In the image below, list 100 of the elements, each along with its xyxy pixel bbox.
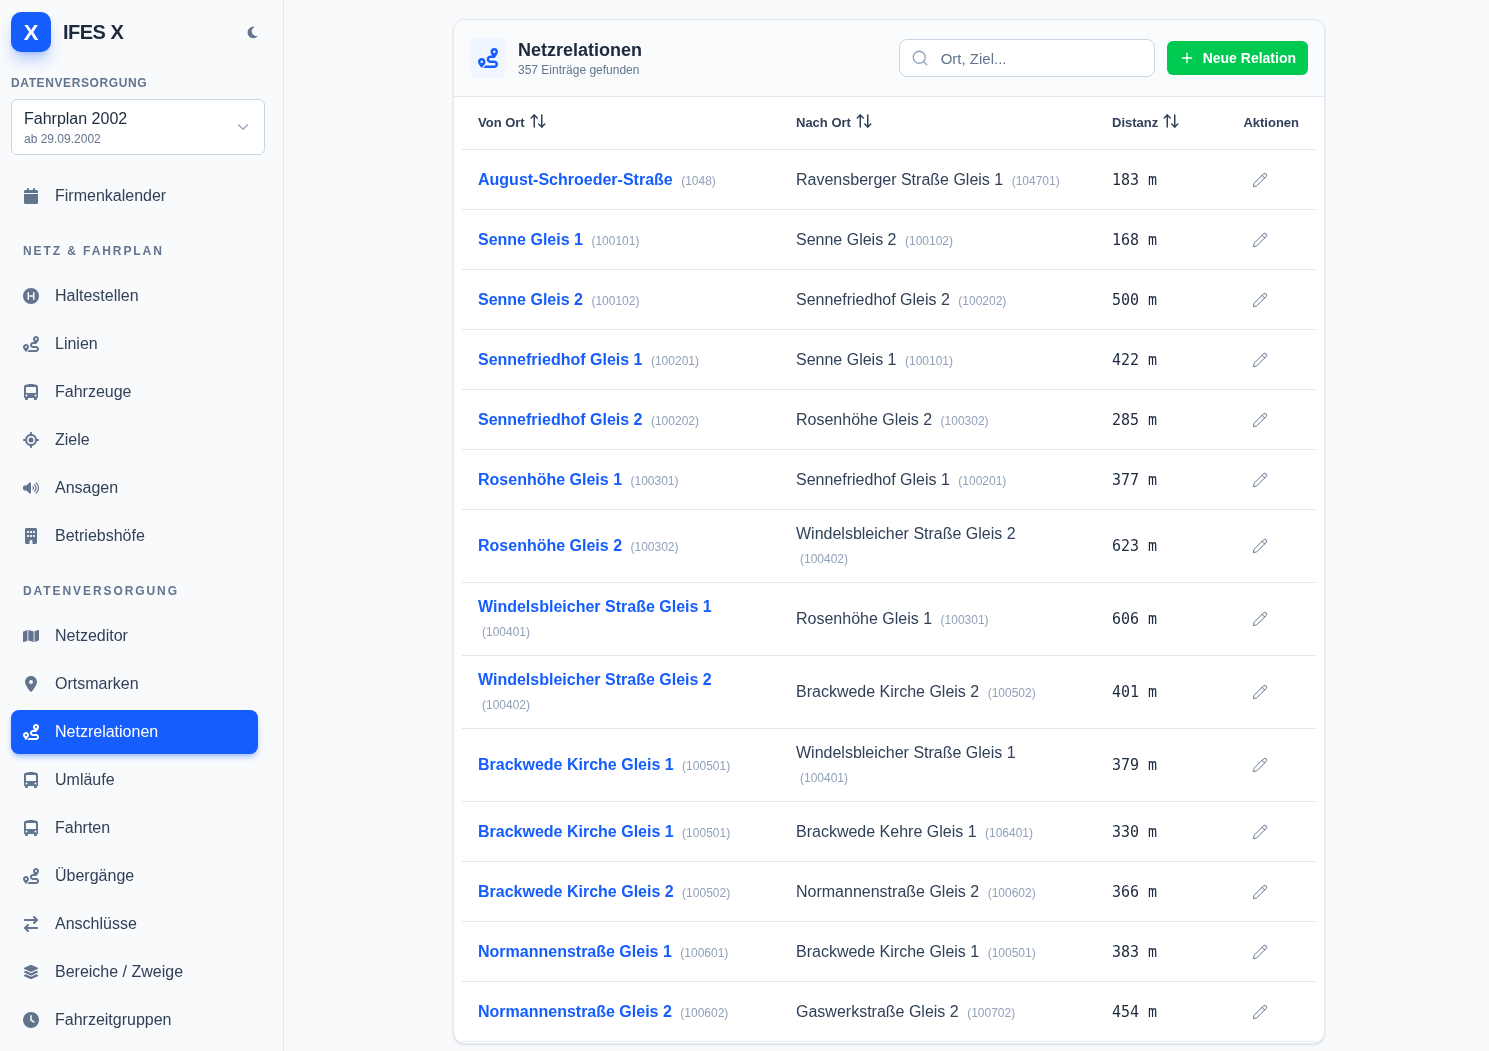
pencil-icon [1252,684,1268,700]
from-stop-link[interactable]: Windelsbleicher Straße Gleis 2 [478,671,712,688]
stop-id: (100502) [682,885,731,900]
distance-text: 500 m [1112,290,1158,309]
calendar-icon [23,188,39,204]
nav-item[interactable]: Umläufe [11,758,258,802]
nav-item[interactable]: Netzeditor [11,614,258,658]
moon-icon[interactable] [246,25,259,39]
map-icon [23,628,39,644]
stop-name: Senne Gleis 2 [796,230,897,248]
nav-item[interactable]: Ziele [11,418,258,462]
nav-item[interactable]: Übergänge [11,854,258,898]
bus-icon [23,772,39,788]
nav-item[interactable]: Netzrelationen [11,710,258,754]
from-stop-link[interactable]: Brackwede Kirche Gleis 2 [478,882,674,900]
nav-item[interactable]: Bereiche / Zweige [11,950,258,994]
pencil-icon [1252,171,1268,188]
from-stop-link[interactable]: Sennefriedhof Gleis 1 [478,350,643,368]
nav-item[interactable]: Fahrzeuge [11,370,258,414]
stop-id: (100201) [650,353,699,368]
app-title: IFES X [63,20,124,45]
from-stop-link[interactable]: Brackwede Kirche Gleis 1 [478,822,674,840]
crosshair-icon [23,432,39,448]
stop-id: (100502) [987,686,1036,700]
nav-item[interactable]: Anschlüsse [11,902,258,946]
pencil-icon [1252,291,1268,308]
section-heading: DATENVERSORGUNG [22,583,180,599]
timetable-date: ab 29.09.2002 [24,131,102,147]
pencil-icon [1252,411,1268,428]
distance-text: 285 m [1112,410,1158,429]
column-header: Distanz [1112,114,1159,133]
stop-id: (100402) [800,552,849,566]
from-stop-link[interactable]: Windelsbleicher Straße Gleis 1 [478,598,712,615]
stop-name: Sennefriedhof Gleis 1 [796,470,950,488]
nav-item[interactable]: Linien [11,322,258,366]
stop-id: (100301) [630,473,679,488]
distance-text: 330 m [1112,822,1158,841]
bus-icon [23,384,39,400]
bus-icon [23,820,39,836]
distance-text: 168 m [1112,230,1158,249]
nav-item[interactable]: Firmenkalender [11,174,258,218]
nav-item[interactable]: Ortsmarken [11,662,258,706]
stop-id: (100101) [904,353,953,368]
route-icon [23,724,39,740]
building-icon [23,528,39,544]
nav-item[interactable]: Fahrten [11,806,258,850]
from-stop-link[interactable]: Normannenstraße Gleis 1 [478,942,672,960]
from-stop-link[interactable]: Rosenhöhe Gleis 2 [478,537,623,554]
distance-text: 383 m [1112,942,1158,961]
stop-id: (100202) [650,413,699,428]
from-stop-link[interactable]: August-Schroeder-Straße [478,170,673,188]
layers-icon [23,964,39,980]
from-stop-link[interactable]: Sennefriedhof Gleis 2 [478,410,643,428]
stop-id: (100501) [682,825,731,840]
nav-item[interactable]: Fahrzeitgruppen [11,998,258,1042]
stop-id: (100501) [682,759,731,773]
page-title: Netzrelationen [518,39,643,62]
stop-id: (100301) [940,613,989,627]
stop-id: (100102) [591,293,640,308]
from-stop-link[interactable]: Senne Gleis 1 [478,230,583,248]
stop-name: Ravensberger Straße Gleis 1 [796,170,1004,188]
from-stop-link[interactable]: Senne Gleis 2 [478,290,583,308]
stop-id: (100201) [958,473,1007,488]
section-heading: DATENVERSORGUNG [11,75,149,91]
sort-icon[interactable] [528,112,547,130]
column-header: Aktionen [1243,114,1299,133]
timetable-select[interactable]: Fahrplan 2002 ab 29.09.2002 [11,99,265,155]
distance-text: 377 m [1112,470,1158,489]
nav-item[interactable]: Betriebshöfe [11,514,258,558]
stop-id: (100602) [680,1005,729,1020]
sort-icon[interactable] [854,112,873,130]
stop-id: (100302) [630,540,679,554]
logo-mark: X [11,12,51,52]
from-stop-link[interactable]: Normannenstraße Gleis 2 [478,1002,672,1020]
pencil-icon [1252,231,1268,248]
from-stop-link[interactable]: Brackwede Kirche Gleis 1 [478,756,674,773]
pencil-icon [1252,823,1268,840]
timetable-name: Fahrplan 2002 [24,109,128,129]
search-field[interactable]: Ort, Ziel... [898,39,1155,77]
pencil-icon [1252,611,1268,627]
stop-id: (100302) [940,413,989,428]
route-icon [23,868,39,884]
nav-item[interactable]: Ansagen [11,466,258,510]
result-count: 357 Einträge gefunden [518,62,641,78]
stop-name: Windelsbleicher Straße Gleis 1 [796,744,1016,761]
stop-name: Senne Gleis 1 [796,350,897,368]
stop-id: (100402) [482,698,531,712]
pencil-icon [1252,757,1268,773]
distance-text: 422 m [1112,350,1158,369]
distance-text: 606 m [1112,610,1158,628]
pencil-icon [1252,883,1268,900]
stop-name: Rosenhöhe Gleis 2 [796,410,933,428]
section-heading: NETZ & FAHRPLAN [22,243,165,259]
from-stop-link[interactable]: Rosenhöhe Gleis 1 [478,470,623,488]
pencil-icon [1252,943,1268,960]
sort-icon[interactable] [1162,112,1181,130]
distance-text: 183 m [1112,170,1158,189]
nav-item[interactable]: Haltestellen [11,274,258,318]
column-header: Von Ort [478,114,525,133]
column-header: Nach Ort [796,114,851,133]
